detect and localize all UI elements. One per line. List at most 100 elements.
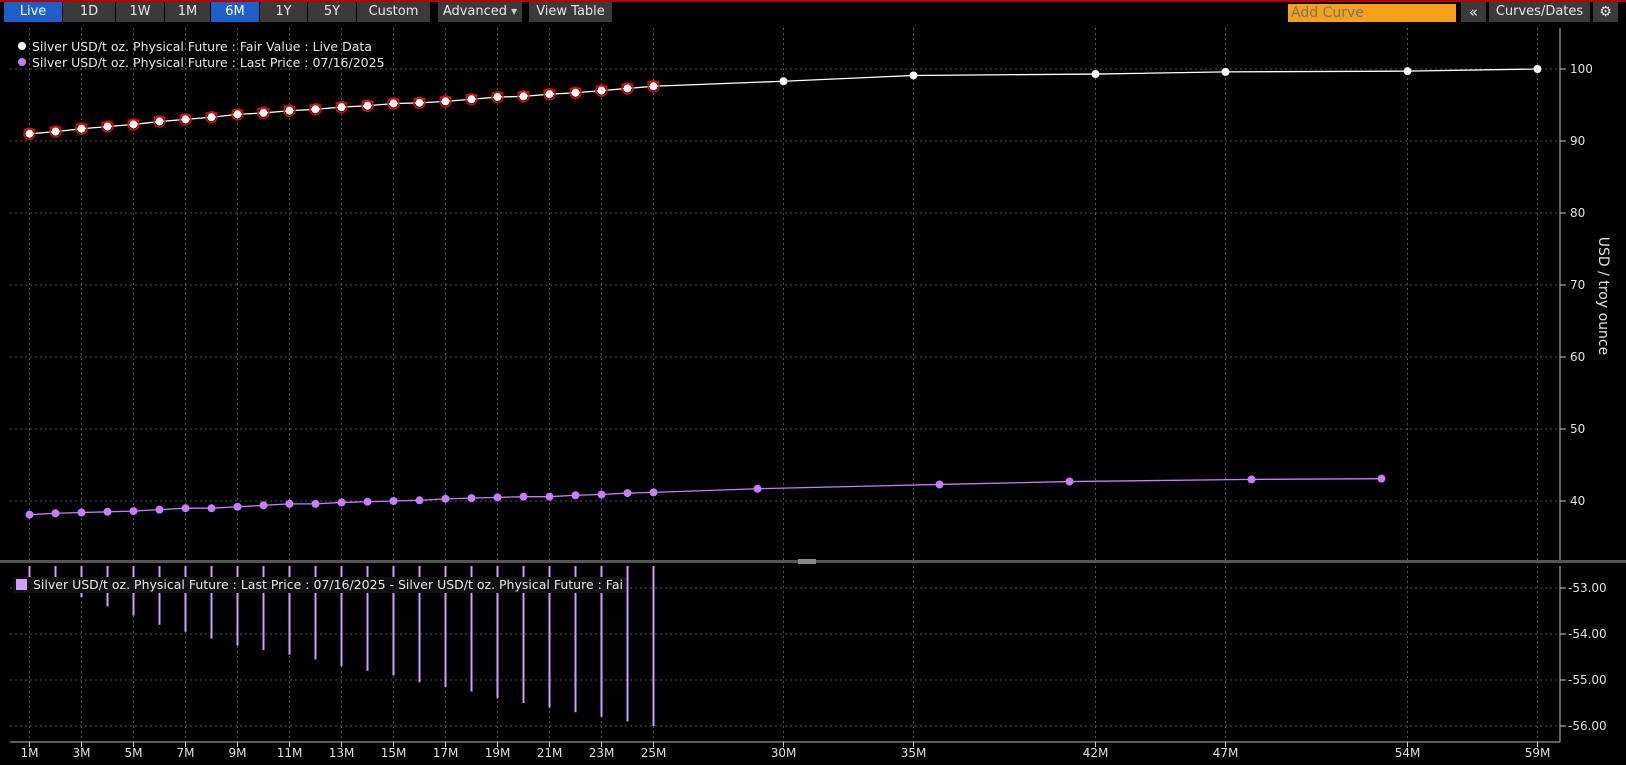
y-tick-label-lower: -55.00 — [1568, 673, 1607, 687]
x-tick-label: 30M — [771, 746, 797, 760]
x-tick-label: 17M — [433, 746, 459, 760]
fair-value-point — [129, 120, 138, 129]
last-price-point — [571, 491, 580, 500]
fair-value-error-marker — [543, 89, 556, 98]
legend-last-price[interactable]: Silver USD/t oz. Physical Future : Last … — [18, 55, 385, 71]
fair-value-point — [909, 71, 918, 80]
x-tick-label: 11M — [277, 746, 303, 760]
fair-value-point — [155, 117, 164, 126]
fair-value-marker-ring — [569, 86, 582, 100]
range-custom-button[interactable]: Custom — [357, 2, 430, 22]
fair-value-error-marker — [179, 114, 192, 123]
fair-value-point — [311, 105, 320, 114]
fair-value-marker-ring — [127, 118, 140, 131]
fair-value-point — [779, 77, 788, 86]
range-live-button[interactable]: Live — [4, 2, 62, 22]
fair-value-line — [29, 68, 1538, 135]
legend-spread[interactable]: Silver USD/t oz. Physical Future : Last … — [13, 577, 626, 593]
legend-last-price-label: Silver USD/t oz. Physical Future : Last … — [32, 55, 385, 70]
fair-value-marker-ring — [335, 100, 348, 114]
fair-value-point — [233, 110, 242, 119]
view-table-button[interactable]: View Table — [529, 2, 612, 22]
fair-value-marker-ring — [179, 113, 192, 126]
fair-value-error-marker — [465, 94, 478, 103]
last-price-point — [441, 494, 450, 503]
x-tick-label: 25M — [641, 746, 667, 760]
add-curve-input[interactable] — [1288, 4, 1456, 22]
last-price-point — [519, 492, 528, 501]
fair-value-error-marker — [101, 121, 114, 130]
range-1d-button[interactable]: 1D — [63, 2, 115, 22]
annotate-tool[interactable]: ✎ Annotate — [765, 27, 851, 48]
range-1w-button[interactable]: 1W — [116, 2, 164, 22]
fair-value-marker-ring — [413, 96, 426, 110]
y-axis-label: USD / troy ounce — [1595, 236, 1611, 356]
fair-value-error-marker — [361, 100, 374, 109]
y-tick-label-lower: -54.00 — [1568, 627, 1607, 641]
fair-value-error-marker — [439, 96, 452, 105]
fair-value-error-marker — [413, 97, 426, 106]
x-tick-label: 13M — [329, 746, 355, 760]
legend-marker-spread — [16, 579, 27, 590]
last-price-point — [1377, 474, 1386, 483]
curves-dates-button[interactable]: Curves/Dates — [1489, 2, 1590, 22]
last-price-point — [623, 489, 632, 498]
y-tick-label-upper: 50 — [1570, 422, 1585, 436]
fair-value-point — [77, 124, 86, 133]
fair-value-marker-ring — [257, 106, 270, 120]
last-price-point — [181, 504, 190, 513]
advanced-dropdown[interactable]: Advanced ▼ — [438, 2, 522, 22]
range-6m-button[interactable]: 6M — [211, 2, 259, 22]
legend-fair-value-label: Silver USD/t oz. Physical Future : Fair … — [32, 39, 372, 54]
fair-value-point — [545, 90, 554, 99]
gear-icon[interactable]: ⚙ — [1593, 2, 1618, 22]
legend-spread-label: Silver USD/t oz. Physical Future : Last … — [33, 577, 623, 592]
last-price-point — [285, 499, 294, 508]
last-price-point — [207, 504, 216, 513]
range-1m-button[interactable]: 1M — [165, 2, 210, 22]
track-label: Track — [721, 30, 756, 45]
y-tick-label-upper: 40 — [1570, 494, 1585, 508]
fair-value-point — [1533, 65, 1542, 73]
x-tick-label: 19M — [485, 746, 511, 760]
fair-value-point — [1403, 67, 1412, 76]
fair-value-error-marker — [569, 87, 582, 96]
fair-value-error-marker — [387, 98, 400, 107]
pencil-icon: ✎ — [771, 30, 782, 44]
last-price-point — [233, 502, 242, 511]
fair-value-marker-ring — [153, 115, 166, 128]
range-5y-button[interactable]: 5Y — [308, 2, 356, 22]
fair-value-marker-ring — [283, 104, 296, 118]
legend-marker-last-price — [18, 58, 26, 66]
fair-value-error-marker — [595, 85, 608, 94]
chevron-down-icon: ▼ — [511, 7, 518, 16]
last-price-point — [155, 505, 164, 514]
legend-fair-value[interactable]: Silver USD/t oz. Physical Future : Fair … — [18, 39, 372, 55]
range-1y-button[interactable]: 1Y — [260, 2, 307, 22]
fair-value-marker-ring — [647, 80, 660, 93]
y-tick-label-upper: 60 — [1570, 350, 1585, 364]
last-price-point — [597, 490, 606, 499]
y-tick-label-lower: -56.00 — [1568, 719, 1607, 733]
fair-value-error-marker — [153, 116, 166, 125]
fair-value-point — [285, 106, 294, 115]
y-tick-label-upper: 90 — [1570, 134, 1585, 148]
track-tool[interactable]: ✛ Track — [701, 27, 761, 48]
fair-value-error-marker — [647, 81, 660, 90]
fair-value-point — [337, 103, 346, 112]
fair-value-error-marker — [621, 83, 634, 92]
fair-value-error-marker — [309, 104, 322, 113]
fair-value-marker-ring — [75, 122, 88, 136]
fair-value-error-marker — [257, 107, 270, 116]
collapse-button[interactable]: « — [1461, 2, 1486, 22]
x-tick-label: 5M — [125, 746, 143, 760]
fair-value-marker-ring — [49, 125, 62, 138]
y-tick-label-upper: 100 — [1570, 62, 1593, 76]
fair-value-marker-ring — [387, 97, 400, 110]
fair-value-point — [649, 82, 658, 91]
last-price-point — [25, 510, 34, 519]
x-tick-label: 9M — [229, 746, 247, 760]
fair-value-marker-ring — [543, 87, 556, 101]
last-price-point — [649, 488, 658, 497]
zoom-tool[interactable]: ⚲ Zoom — [855, 27, 917, 48]
